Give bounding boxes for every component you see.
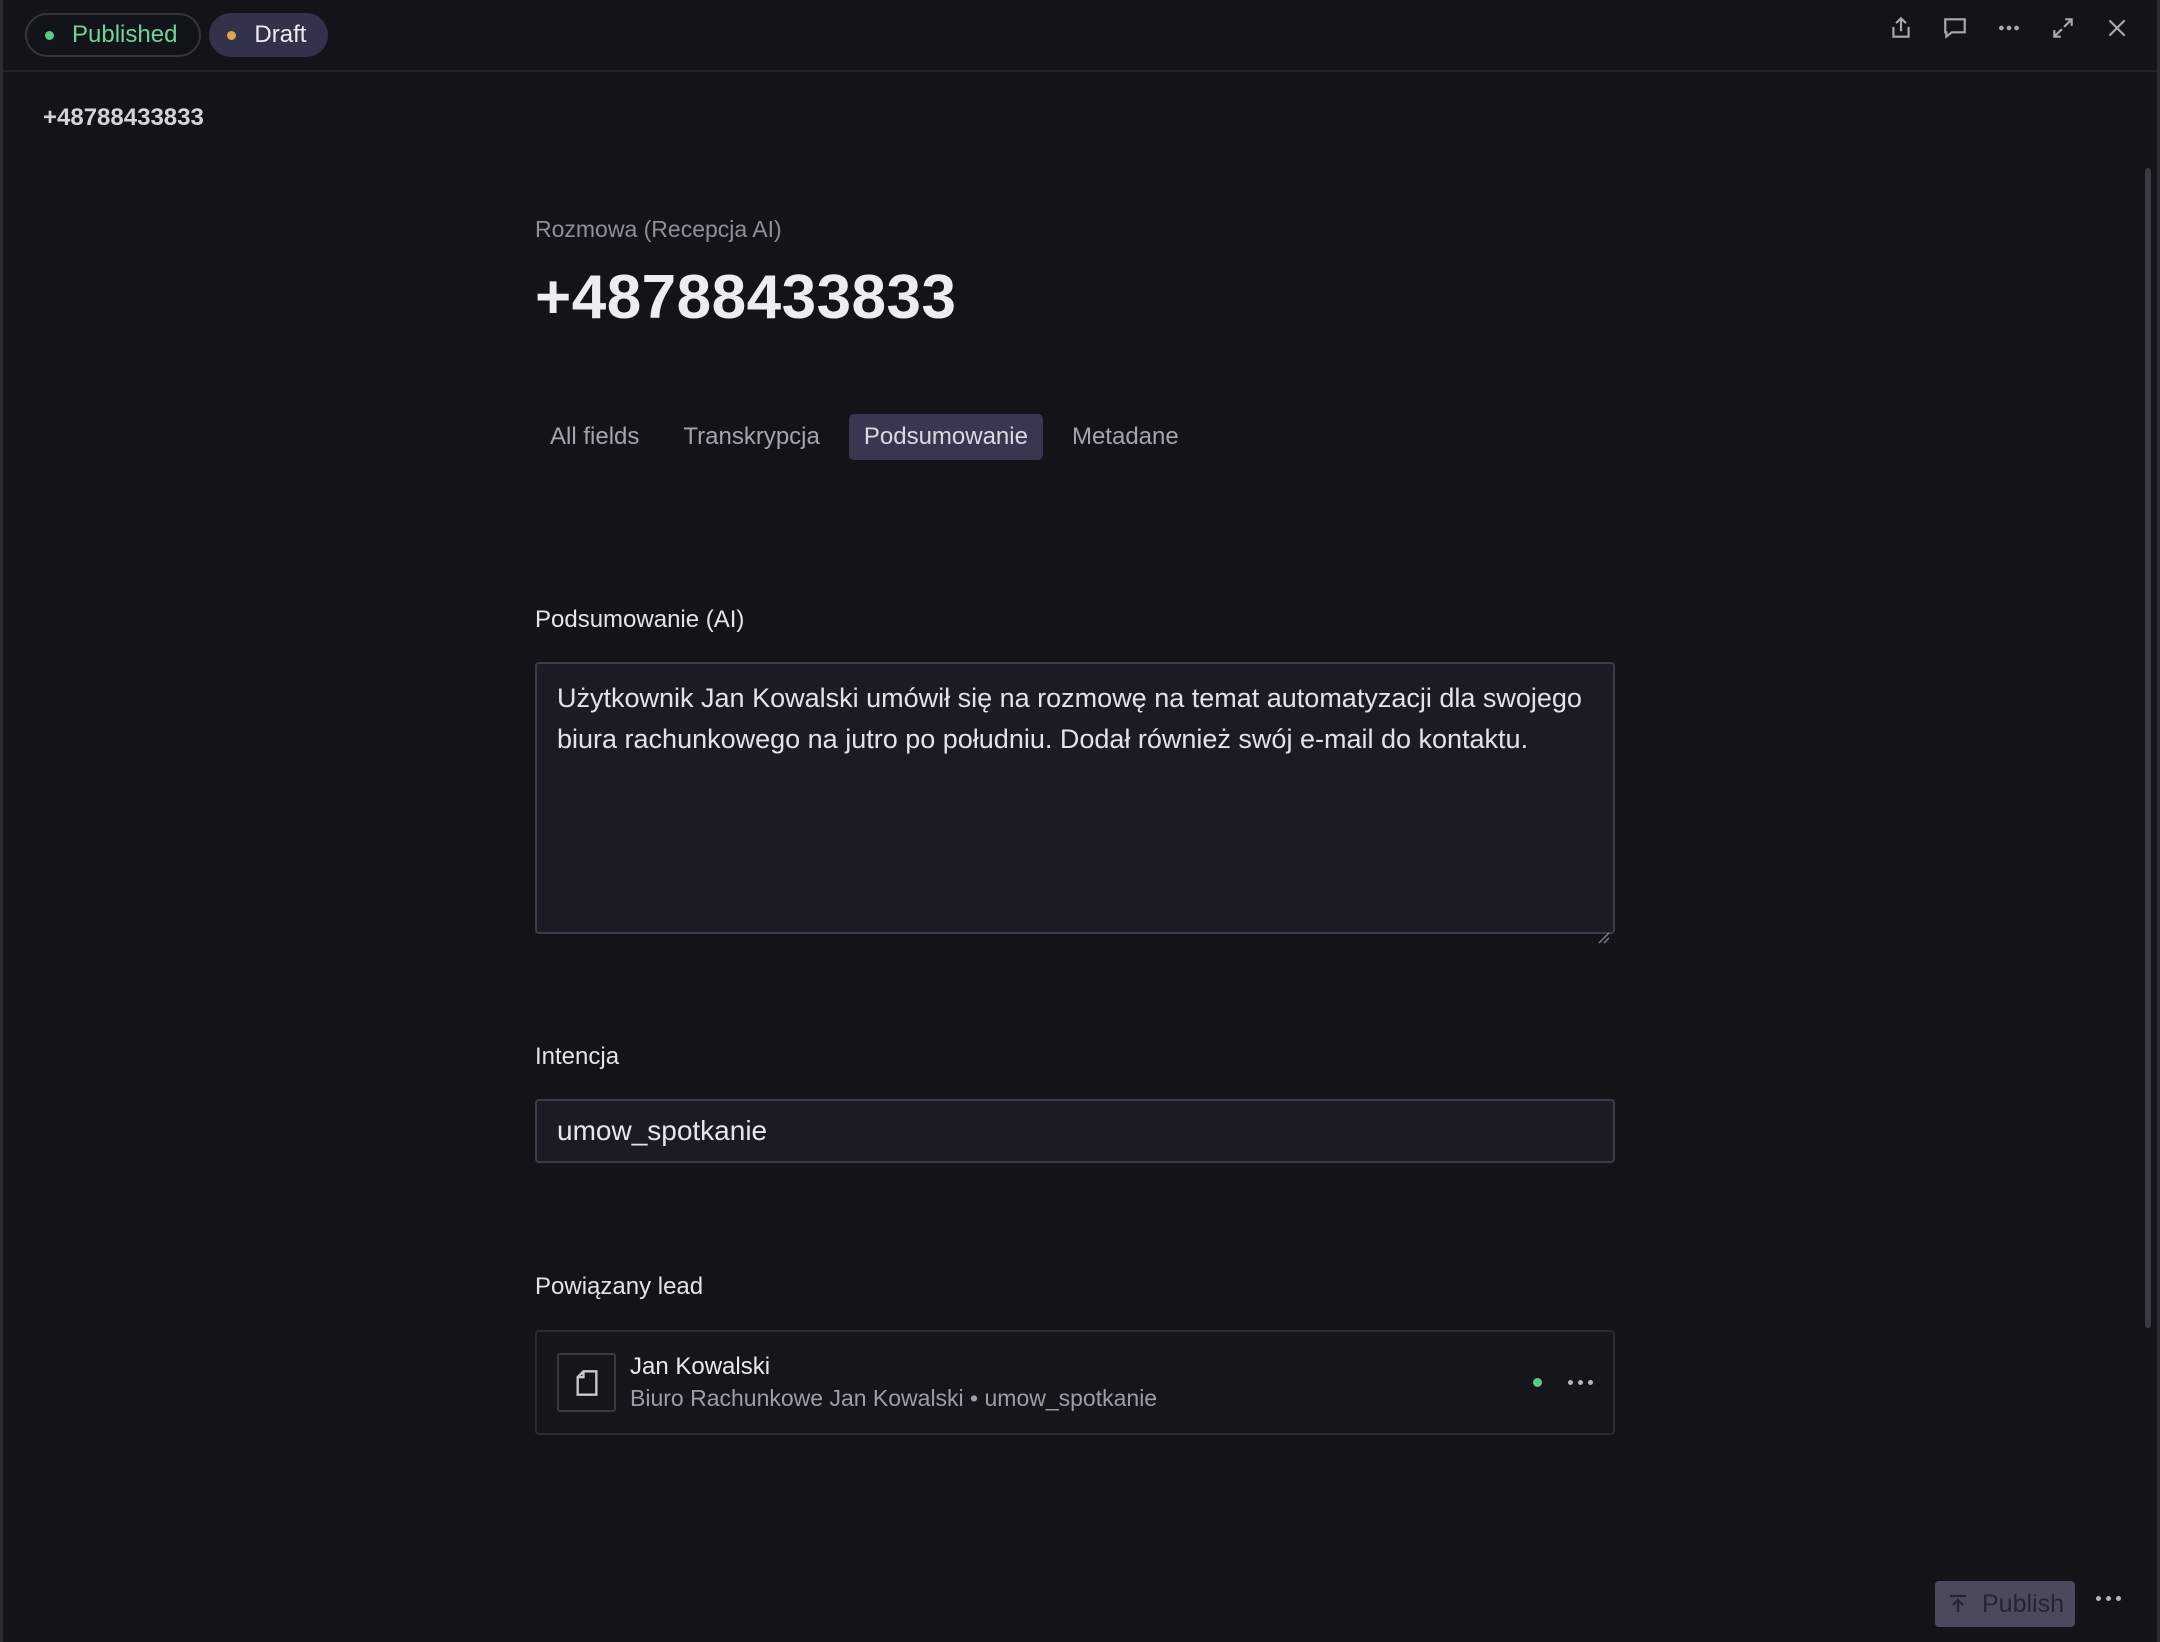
top-bar: Published Draft <box>3 0 2157 72</box>
draft-label: Draft <box>254 21 307 48</box>
summary-textarea[interactable]: Użytkownik Jan Kowalski umówił się na ro… <box>535 662 1615 944</box>
related-lead-card[interactable]: Jan Kowalski Biuro Rachunkowe Jan Kowals… <box>535 1330 1615 1435</box>
breadcrumb-title: +48788433833 <box>43 104 204 131</box>
lead-more-icon[interactable] <box>1568 1380 1593 1385</box>
draft-tab[interactable]: Draft <box>209 13 329 57</box>
collection-name: Rozmowa (Recepcja AI) <box>535 216 782 242</box>
lead-subtitle: Biuro Rachunkowe Jan Kowalski • umow_spo… <box>630 1384 1158 1411</box>
page-title: +48788433833 <box>535 263 957 332</box>
published-status-dot <box>45 30 54 40</box>
intent-input[interactable]: umow_spotkanie <box>535 1099 1615 1163</box>
intent-label: Intencja <box>535 1043 620 1070</box>
lead-label: Powiązany lead <box>535 1273 704 1300</box>
draft-status-dot <box>227 30 237 40</box>
more-icon[interactable] <box>1993 12 2025 44</box>
document-icon <box>557 1353 616 1412</box>
tab-transkrypcja[interactable]: Transkrypcja <box>668 414 834 460</box>
summary-text: Użytkownik Jan Kowalski umówił się na ro… <box>557 683 1582 754</box>
intent-value: umow_spotkanie <box>557 1115 768 1146</box>
document-window: Published Draft +48788433833 Rozmowa (Re… <box>0 0 2160 1642</box>
summary-label: Podsumowanie (AI) <box>535 606 745 633</box>
lead-status-dot <box>1533 1378 1542 1387</box>
published-label: Published <box>72 21 178 48</box>
field-tabs: All fields Transkrypcja Podsumowanie Met… <box>535 414 1194 460</box>
comment-icon[interactable] <box>1939 12 1971 44</box>
share-icon[interactable] <box>1885 12 1917 44</box>
tab-metadane[interactable]: Metadane <box>1057 414 1194 460</box>
expand-icon[interactable] <box>2047 12 2079 44</box>
scrollbar[interactable] <box>2145 168 2151 1328</box>
close-icon[interactable] <box>2101 12 2133 44</box>
footer-more-icon[interactable] <box>2096 1596 2121 1601</box>
lead-name: Jan Kowalski <box>630 1352 771 1380</box>
tab-podsumowanie[interactable]: Podsumowanie <box>848 414 1043 460</box>
lead-text: Jan Kowalski Biuro Rachunkowe Jan Kowals… <box>630 1352 1157 1414</box>
resize-handle-icon[interactable] <box>1596 915 1610 944</box>
published-tab[interactable]: Published <box>25 13 202 57</box>
tab-all-fields[interactable]: All fields <box>535 414 654 460</box>
top-actions <box>1885 0 2133 56</box>
publish-label: Publish <box>1982 1589 2064 1618</box>
publish-icon <box>1950 1594 1966 1612</box>
publish-button[interactable]: Publish <box>1935 1581 2075 1627</box>
lead-actions <box>1533 1332 1593 1433</box>
